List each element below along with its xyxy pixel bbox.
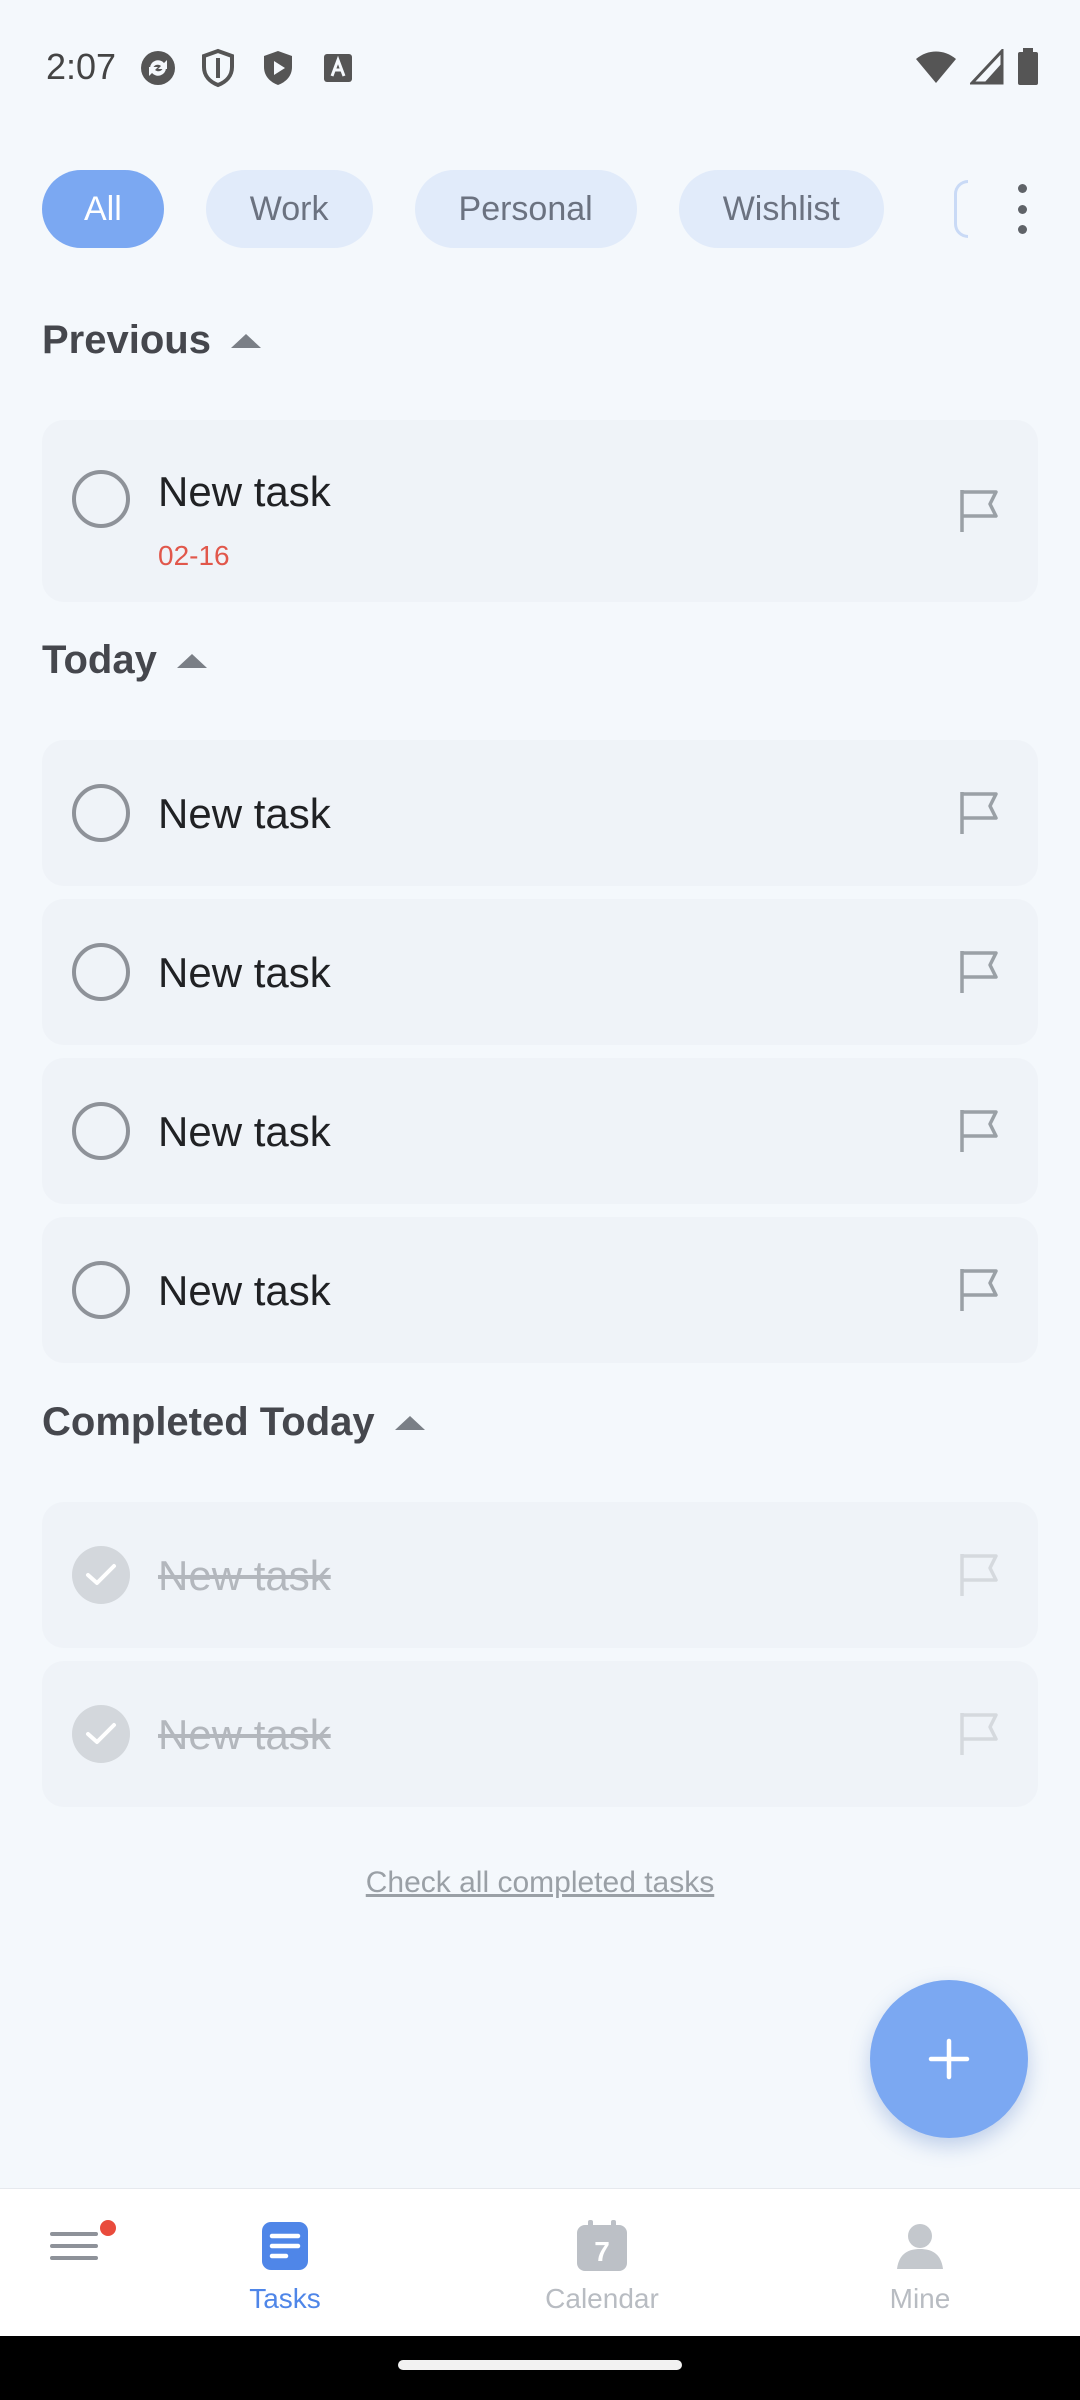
task-title: New task — [158, 949, 331, 996]
nav-label: Calendar — [545, 2283, 659, 2314]
section-header-completed-today[interactable]: Completed Today — [42, 1400, 425, 1445]
task-card[interactable]: New task — [42, 740, 1038, 886]
task-checkbox-checked[interactable] — [72, 1705, 130, 1763]
task-title: New task — [158, 1108, 331, 1155]
collapse-caret-icon — [230, 333, 261, 348]
task-checkbox-checked[interactable] — [72, 1546, 130, 1604]
chip-overflow-partial[interactable] — [954, 180, 968, 238]
completed-task-card[interactable]: New task — [42, 1502, 1038, 1648]
calendar-day: 7 — [594, 2236, 610, 2267]
more-vertical-icon[interactable] — [1004, 178, 1040, 240]
task-card[interactable]: New task — [42, 1217, 1038, 1363]
play-shield-icon — [258, 48, 298, 88]
task-title: New task — [158, 1711, 331, 1758]
task-checkbox[interactable] — [72, 470, 130, 528]
task-title: New task — [158, 468, 331, 515]
tasks-icon — [258, 2219, 312, 2273]
status-bar: 2:07 — [0, 0, 1080, 130]
task-title: New task — [158, 790, 331, 837]
plus-icon — [928, 2038, 970, 2080]
signal-icon — [968, 47, 1004, 90]
font-a-icon — [318, 48, 358, 88]
task-checkbox[interactable] — [72, 784, 130, 842]
chip-wishlist[interactable]: Wishlist — [678, 170, 884, 248]
shield-icon — [198, 48, 238, 88]
calendar-icon: 7 — [575, 2219, 629, 2273]
section-title: Completed Today — [42, 1400, 375, 1444]
check-all-completed-link[interactable]: Check all completed tasks — [0, 1866, 1080, 1900]
task-due-date: 02-16 — [158, 540, 230, 571]
flag-icon[interactable] — [956, 1550, 1004, 1600]
person-icon — [893, 2219, 947, 2273]
bottom-navigation: Tasks 7 Calendar Mine — [0, 2188, 1080, 2336]
status-time: 2:07 — [46, 46, 117, 87]
task-card[interactable]: New task — [42, 899, 1038, 1045]
completed-task-card[interactable]: New task — [42, 1661, 1038, 1807]
section-title: Today — [42, 638, 157, 682]
nav-label: Mine — [889, 2283, 951, 2314]
task-card[interactable]: New task 02-16 — [42, 420, 1038, 602]
nav-tasks[interactable]: Tasks — [185, 2189, 385, 2337]
flag-icon[interactable] — [956, 1106, 1004, 1156]
flag-icon[interactable] — [956, 1265, 1004, 1315]
task-checkbox[interactable] — [72, 1102, 130, 1160]
flag-icon[interactable] — [956, 947, 1004, 997]
section-header-previous[interactable]: Previous — [42, 318, 261, 363]
home-gesture-bar[interactable] — [398, 2360, 682, 2370]
chip-work[interactable]: Work — [205, 170, 373, 248]
flag-icon[interactable] — [956, 1709, 1004, 1759]
task-checkbox[interactable] — [72, 1261, 130, 1319]
flag-icon[interactable] — [956, 788, 1004, 838]
notification-dot — [100, 2220, 116, 2236]
task-checkbox[interactable] — [72, 943, 130, 1001]
task-card[interactable]: New task — [42, 1058, 1038, 1204]
checkmark-icon — [86, 1723, 116, 1744]
collapse-caret-icon — [176, 653, 207, 668]
menu-icon — [47, 2219, 101, 2273]
chip-all[interactable]: All — [42, 170, 164, 248]
add-task-button[interactable] — [870, 1980, 1028, 2138]
sync-icon — [138, 48, 178, 88]
nav-label: Tasks — [249, 2283, 321, 2314]
nav-calendar[interactable]: 7 Calendar — [502, 2189, 702, 2337]
task-title: New task — [158, 1552, 331, 1599]
chip-personal[interactable]: Personal — [414, 170, 637, 248]
checkmark-icon — [86, 1564, 116, 1585]
nav-menu[interactable] — [0, 2189, 174, 2337]
section-header-today[interactable]: Today — [42, 638, 207, 683]
section-title: Previous — [42, 318, 211, 362]
filter-chips: All Work Personal Wishlist — [42, 170, 884, 248]
battery-icon — [1016, 48, 1040, 91]
collapse-caret-icon — [394, 1415, 425, 1430]
nav-mine[interactable]: Mine — [820, 2189, 1020, 2337]
task-title: New task — [158, 1267, 331, 1314]
wifi-icon — [914, 49, 958, 90]
flag-icon[interactable] — [956, 486, 1004, 536]
